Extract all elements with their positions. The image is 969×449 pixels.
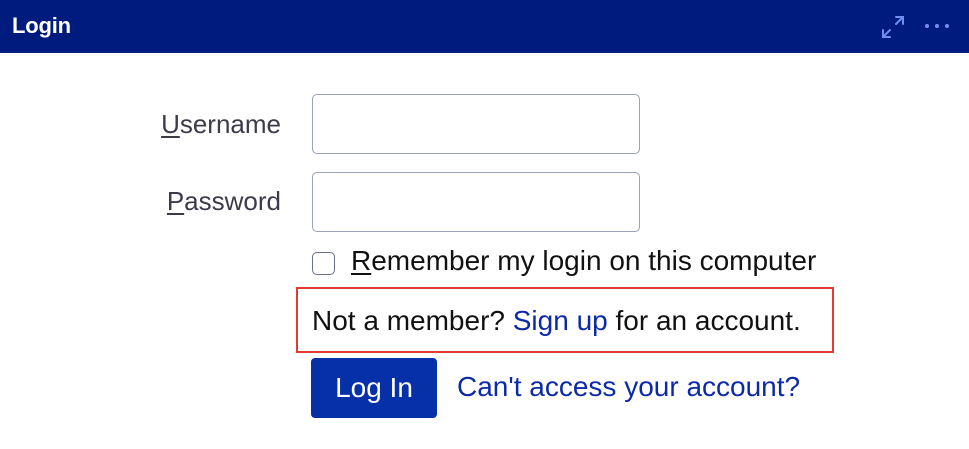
signup-prefix-text: Not a member? bbox=[312, 305, 513, 336]
password-input[interactable] bbox=[312, 172, 640, 232]
username-label-text: sername bbox=[179, 109, 281, 139]
cant-access-account-link[interactable]: Can't access your account? bbox=[457, 371, 800, 403]
dialog-header: Login bbox=[0, 0, 969, 53]
username-access-key: U bbox=[161, 109, 180, 139]
remember-me-checkbox[interactable] bbox=[312, 252, 335, 275]
signup-link[interactable]: Sign up bbox=[513, 305, 608, 336]
remember-me-label[interactable]: Remember my login on this computer bbox=[351, 245, 816, 277]
dialog-title: Login bbox=[12, 13, 71, 38]
username-label: Username bbox=[0, 109, 281, 140]
login-button[interactable]: Log In bbox=[311, 358, 437, 418]
more-options-icon[interactable] bbox=[923, 18, 951, 34]
remember-label-text: emember my login on this computer bbox=[371, 245, 817, 276]
signup-prompt: Not a member? Sign up for an account. bbox=[312, 305, 801, 337]
username-input[interactable] bbox=[312, 94, 640, 154]
password-access-key: P bbox=[166, 186, 185, 216]
password-label-text: assword bbox=[184, 186, 281, 216]
expand-icon[interactable] bbox=[878, 12, 908, 42]
remember-access-key: R bbox=[351, 245, 372, 276]
password-label: Password bbox=[0, 186, 281, 217]
signup-suffix-text: for an account. bbox=[607, 305, 801, 336]
